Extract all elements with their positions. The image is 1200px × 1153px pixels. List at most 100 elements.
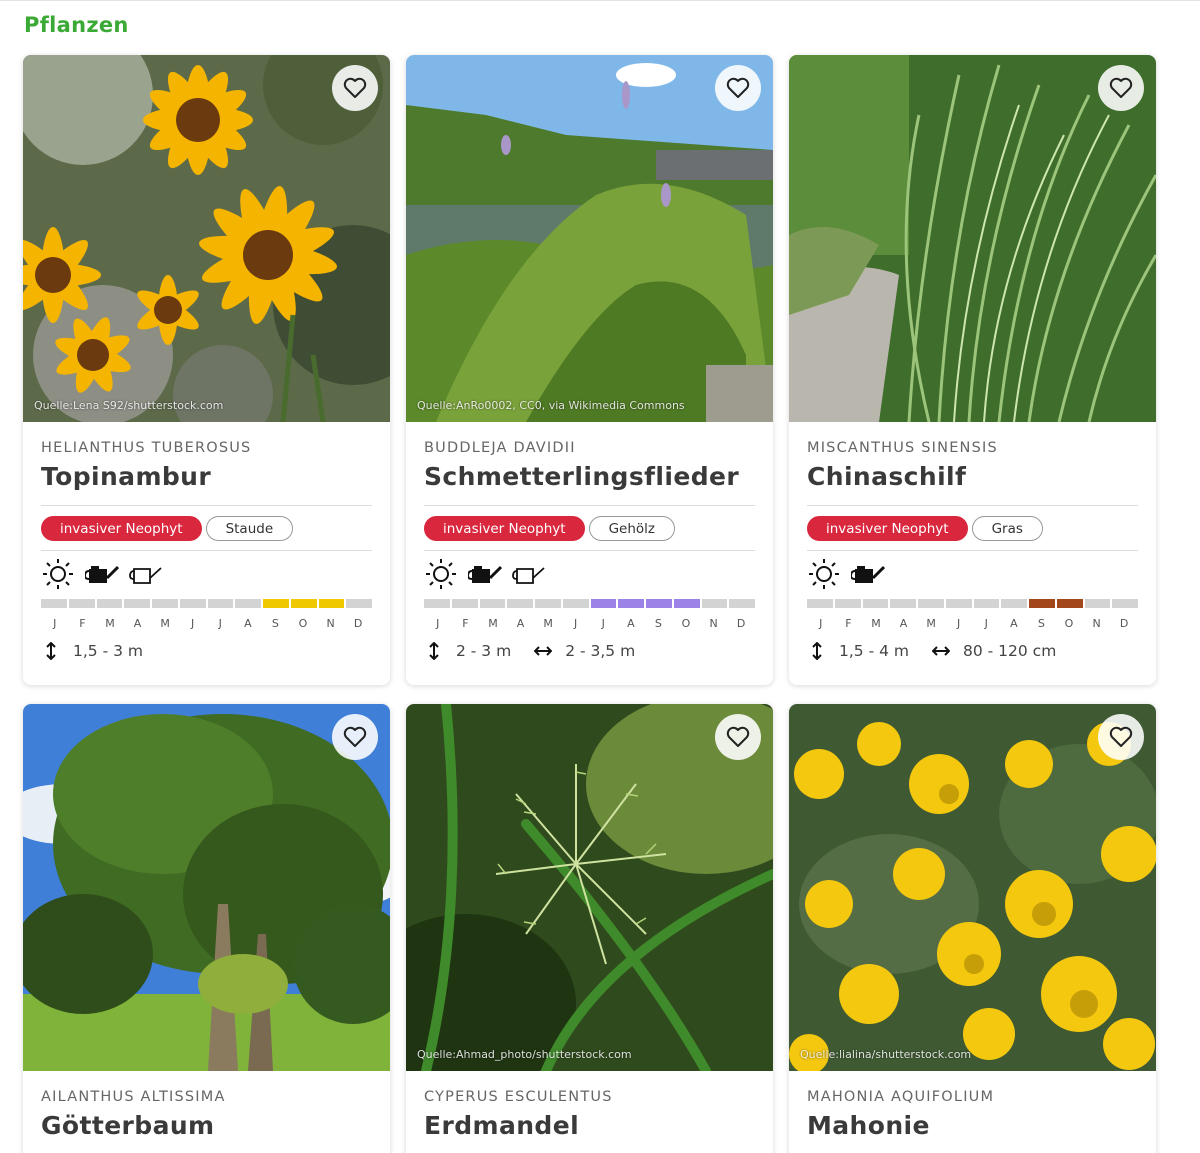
favorite-button[interactable]: [715, 714, 761, 760]
height-value: 1,5 - 3 m: [73, 642, 143, 660]
plant-card-erdmandel[interactable]: Quelle:Ahmad_photo/shutterstock.com CYPE…: [406, 704, 773, 1153]
photo-credit: Quelle:Ahmad_photo/shutterstock.com: [417, 1048, 632, 1061]
month-label: D: [353, 617, 363, 630]
tag-plant-type: Gehölz: [588, 516, 675, 541]
month-segment: [479, 599, 506, 608]
month-label: N: [326, 617, 335, 630]
bloom-calendar: [41, 599, 372, 608]
tag-invasive-neophyte: invasiver Neophyt: [41, 516, 202, 541]
month-label: M: [871, 617, 881, 630]
month-segment: [451, 599, 478, 608]
month-label: F: [79, 617, 86, 630]
tag-invasive-neophyte: invasiver Neophyt: [807, 516, 968, 541]
month-label: F: [845, 617, 852, 630]
height-icon: [424, 642, 444, 660]
latin-name: MISCANTHUS SINENSIS: [807, 440, 998, 456]
month-segment: [1029, 599, 1055, 608]
month-labels: JFMAMJJASOND: [807, 617, 1138, 630]
plant-card-topinambur[interactable]: Quelle:Lena S92/shutterstock.com HELIANT…: [23, 55, 390, 685]
width-icon: [533, 646, 553, 656]
month-segment: [862, 599, 889, 608]
month-segment: [68, 599, 95, 608]
page-title: Pflanzen: [24, 13, 129, 37]
watering-can-filled-icon: [85, 559, 119, 589]
plant-name: Erdmandel: [424, 1111, 580, 1140]
width-value: 80 - 120 cm: [963, 642, 1057, 660]
month-segment: [207, 599, 234, 608]
month-segment: [290, 599, 317, 608]
divider: [424, 550, 755, 551]
month-label: J: [601, 617, 605, 630]
month-segment: [1056, 599, 1083, 608]
heart-icon: [1109, 77, 1133, 98]
favorite-button[interactable]: [332, 714, 378, 760]
month-segment: [41, 599, 67, 608]
divider: [41, 550, 372, 551]
plant-card-schmetterlingsflieder[interactable]: Quelle:AnRo0002, CC0, via Wikimedia Comm…: [406, 55, 773, 685]
favorite-button[interactable]: [332, 65, 378, 111]
month-segment: [618, 599, 644, 608]
month-segment: [890, 599, 916, 608]
month-segment: [701, 599, 728, 608]
plant-card-mahonie[interactable]: Quelle:lialina/shutterstock.com MAHONIA …: [789, 704, 1156, 1153]
month-label: O: [681, 617, 691, 630]
month-segment: [807, 599, 833, 608]
favorite-button[interactable]: [1098, 65, 1144, 111]
month-segment: [124, 599, 150, 608]
height-value: 2 - 3 m: [456, 642, 512, 660]
height-icon: [807, 642, 827, 660]
month-segment: [1112, 599, 1138, 608]
month-segment: [318, 599, 345, 608]
latin-name: HELIANTHUS TUBEROSUS: [41, 440, 252, 456]
month-segment: [1084, 599, 1111, 608]
month-segment: [424, 599, 450, 608]
tag-invasive-neophyte: invasiver Neophyt: [424, 516, 585, 541]
plant-name: Chinaschilf: [807, 462, 967, 491]
month-segment: [179, 599, 206, 608]
month-label: M: [160, 617, 170, 630]
month-label: J: [436, 617, 440, 630]
photo-credit: Quelle:Lena S92/shutterstock.com: [34, 399, 224, 412]
height-icon: [41, 642, 61, 660]
month-segment: [973, 599, 1000, 608]
month-label: J: [191, 617, 195, 630]
divider: [807, 550, 1138, 551]
month-label: A: [516, 617, 525, 630]
plant-card-chinaschilf[interactable]: MISCANTHUS SINENSIS Chinaschilf invasive…: [789, 55, 1156, 685]
bloom-calendar: [807, 599, 1138, 608]
photo-credit: Quelle:AnRo0002, CC0, via Wikimedia Comm…: [417, 399, 685, 412]
month-segment: [918, 599, 944, 608]
month-segment: [646, 599, 672, 608]
heart-icon: [1109, 726, 1133, 747]
month-label: J: [218, 617, 222, 630]
month-label: J: [819, 617, 823, 630]
sun-icon: [41, 559, 75, 589]
month-segment: [945, 599, 972, 608]
height-value: 1,5 - 4 m: [839, 642, 909, 660]
month-label: M: [926, 617, 936, 630]
watering-can-filled-icon: [468, 559, 502, 589]
month-segment: [263, 599, 289, 608]
plant-photo: Quelle:AnRo0002, CC0, via Wikimedia Comm…: [406, 55, 773, 422]
plant-photo: [789, 55, 1156, 422]
plant-photo: Quelle:Ahmad_photo/shutterstock.com: [406, 704, 773, 1071]
plant-card-goetterbaum[interactable]: AILANTHUS ALTISSIMA Götterbaum: [23, 704, 390, 1153]
favorite-button[interactable]: [1098, 714, 1144, 760]
month-segment: [590, 599, 617, 608]
month-label: O: [298, 617, 308, 630]
plant-photo: Quelle:lialina/shutterstock.com: [789, 704, 1156, 1071]
month-label: N: [709, 617, 718, 630]
month-label: D: [736, 617, 746, 630]
month-segment: [1001, 599, 1027, 608]
month-label: A: [1010, 617, 1018, 630]
month-label: M: [543, 617, 553, 630]
favorite-button[interactable]: [715, 65, 761, 111]
watering-can-filled-icon: [851, 559, 885, 589]
width-icon: [931, 646, 951, 656]
heart-icon: [726, 77, 750, 98]
month-segment: [562, 599, 589, 608]
month-labels: JFMAMJJASOND: [41, 617, 372, 630]
month-label: J: [984, 617, 988, 630]
month-label: S: [271, 617, 279, 630]
plant-photo: [23, 704, 390, 1071]
